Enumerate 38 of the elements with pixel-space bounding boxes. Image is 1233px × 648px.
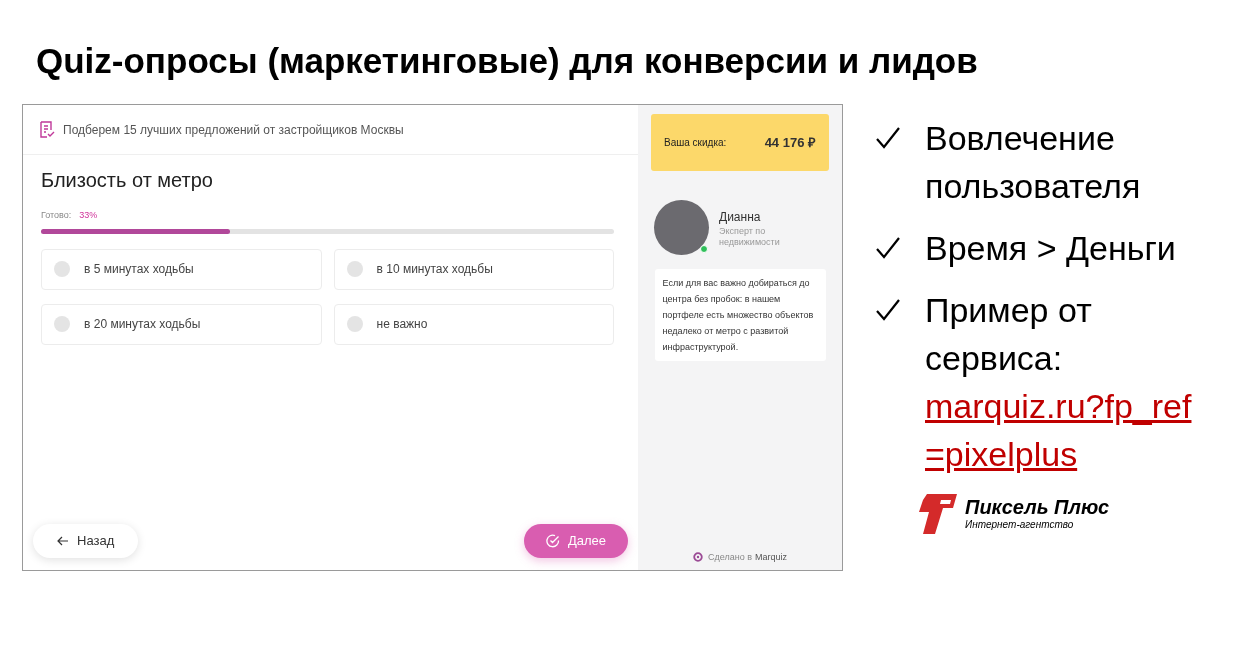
marquiz-logo-icon [693, 552, 703, 563]
slide-title: Quiz-опросы (маркетинговые) для конверсии и лидов [35, 40, 979, 82]
service-link[interactable]: marquiz.ru?fp_ref=pixelplus [925, 382, 1200, 478]
expert-message: Если для вас важно добираться до центра без пробок: в нашем портфеле есть множество объектов недалеко от метро с развитой инфраструктурой. [654, 269, 826, 361]
back-button[interactable]: Назад [33, 524, 139, 558]
quiz-header-text: Подберем 15 лучших предложений от застройщиков Москвы [63, 121, 404, 139]
option-label: не важно [376, 316, 428, 333]
footer-text: Сделано в [708, 550, 752, 564]
arrow-left-icon [57, 536, 69, 546]
bullet-text: Пример от сервиса: [925, 290, 1093, 379]
radio-button[interactable] [54, 261, 70, 277]
answer-option[interactable]: не важно [333, 303, 614, 345]
avatar-placeholder [654, 200, 709, 255]
bullet-text: Вовлечение пользователя [925, 118, 1142, 207]
question-title: Близость от метро [41, 168, 214, 193]
radio-button[interactable] [346, 261, 363, 277]
option-label: в 20 минутах ходьбы [84, 316, 201, 333]
checkmark-icon [875, 126, 901, 150]
progress-value: 33% [79, 209, 98, 222]
radio-button[interactable] [54, 316, 70, 332]
answer-option[interactable]: в 5 минутах ходьбы [41, 248, 322, 290]
footer-brand: Marquiz [755, 550, 787, 564]
option-label: в 5 минутах ходьбы [84, 261, 194, 278]
answer-option[interactable]: в 10 минутах ходьбы [333, 248, 614, 290]
radio-button[interactable] [346, 316, 363, 332]
checkmark-icon [875, 298, 901, 322]
discount-value: 44 176 ₽ [764, 133, 816, 152]
option-label: в 10 минутах ходьбы [376, 261, 493, 278]
logo-name: Пиксель Плюс [965, 496, 1110, 517]
discount-label: Ваша скидка: [664, 136, 727, 150]
progress-label: Готово: [41, 209, 72, 222]
expert-name: Дианна [719, 208, 762, 226]
answer-option[interactable]: в 20 минутах ходьбы [41, 303, 322, 345]
logo-tagline: Интернет-агентство [965, 517, 1075, 532]
expert-role: Эксперт по недвижимости [719, 225, 781, 248]
bullet-text: Время > Деньги [925, 228, 1177, 269]
checklist-icon [39, 121, 55, 138]
checkmark-icon [875, 236, 901, 260]
